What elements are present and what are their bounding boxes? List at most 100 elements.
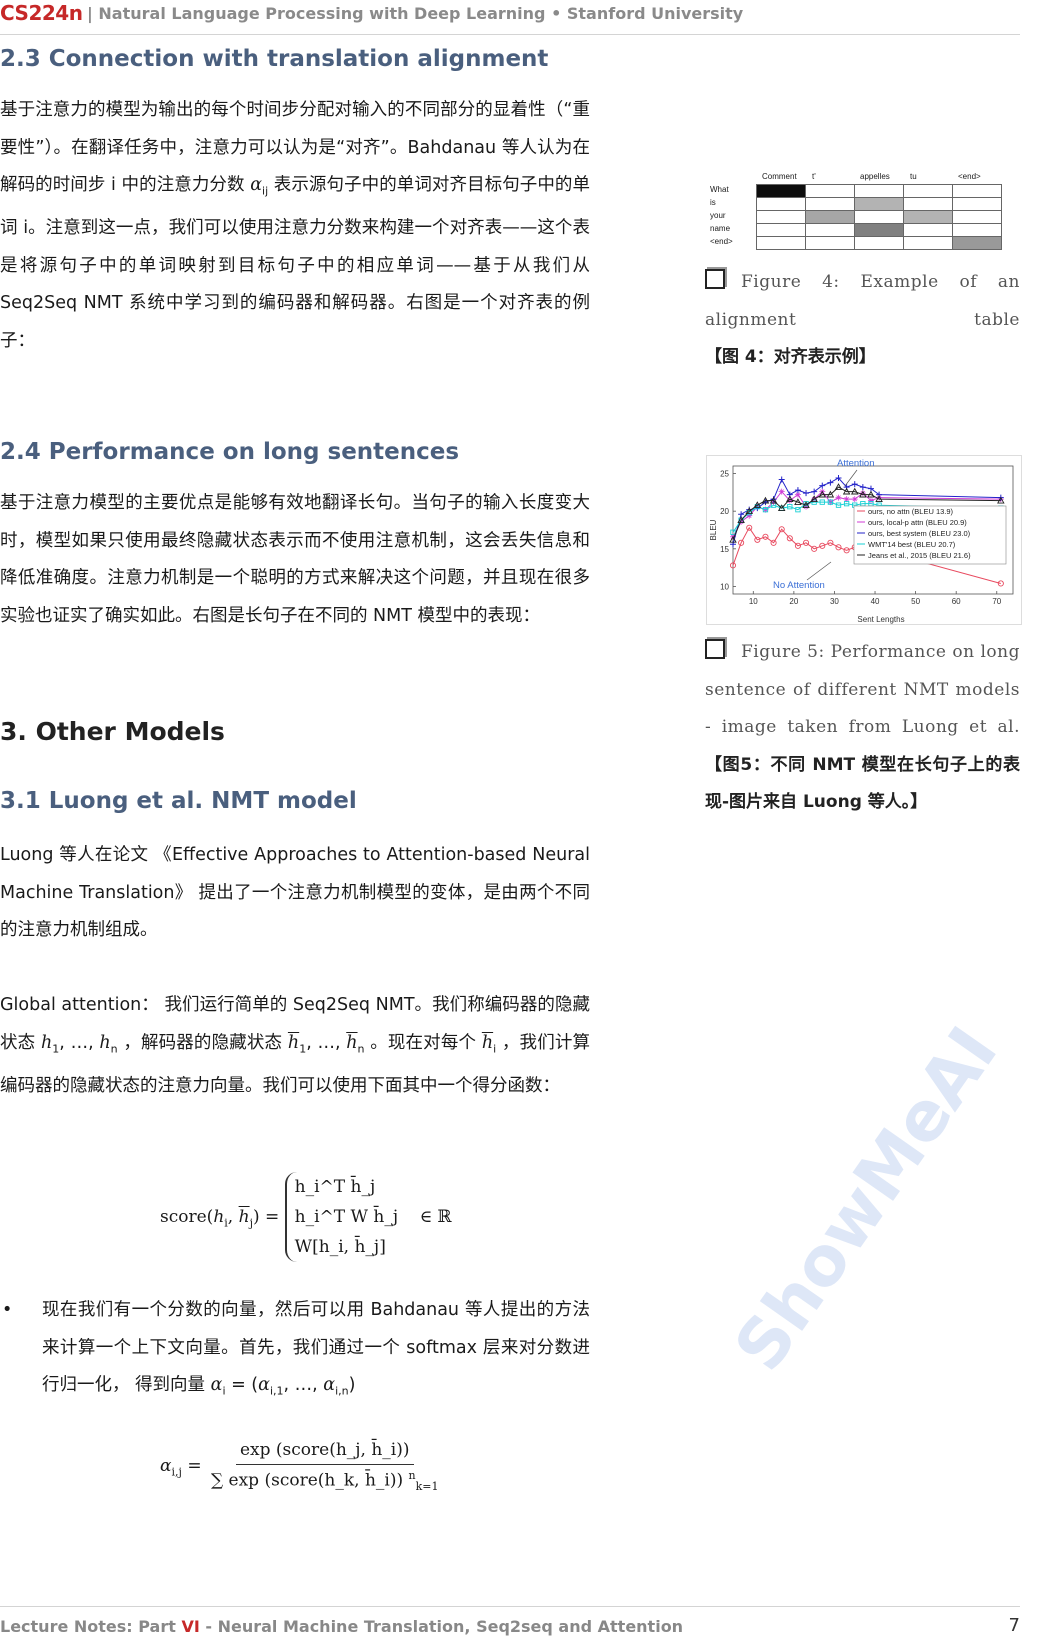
score-equation: score(hi, hj) = h_i^T h̄_j h_i^T W h̄_j … (160, 1172, 452, 1262)
x-tick-label: 40 (871, 597, 880, 606)
alignment-cell (756, 223, 806, 237)
section-3-1-paragraph-1: Luong 等人在论文 《Effective Approaches to Att… (0, 845, 590, 940)
align-col-header: appelles (860, 172, 890, 181)
watermark: ShowMeAI (720, 1013, 1014, 1386)
y-axis-label: BLEU (709, 519, 718, 540)
x-tick-label: 20 (789, 597, 798, 606)
x-tick-label: 10 (749, 597, 758, 606)
alignment-cell (903, 236, 953, 250)
alignment-cell (805, 210, 855, 224)
section-2-3-paragraph: 基于注意力的模型为输出的每个时间步分配对输入的不同部分的显着性（“重要性”）。在… (0, 100, 590, 351)
alignment-cell (952, 184, 1002, 198)
alignment-row (756, 197, 1002, 211)
legend-entry: Jeans et al., 2015 (BLEU 21.6) (868, 551, 971, 560)
align-col-header: Comment (762, 172, 797, 181)
alignment-cell (805, 197, 855, 211)
softmax-fraction: exp (score(h_j, h̄_i)) ∑ exp (score(h_k,… (207, 1440, 443, 1493)
align-col-header: <end> (958, 172, 981, 181)
section-3-1-paragraph-2: Global attention： 我们运行简单的 Seq2Seq NMT。我们… (0, 995, 590, 1096)
x-tick-label: 60 (952, 597, 961, 606)
alignment-cell (854, 184, 904, 198)
data-point (835, 494, 842, 501)
data-point (859, 484, 866, 491)
alignment-row (756, 210, 1002, 224)
bleu-sentence-length-chart: 10 15 20 25 10 20 30 40 50 60 70 Sent Lengths BLEU ou… (706, 455, 1022, 625)
section-title-2-3: 2.3 Connection with translation alignmen… (0, 46, 549, 72)
x-tick-label: 30 (830, 597, 839, 606)
legend-entry: ours, best system (BLEU 23.0) (868, 529, 971, 538)
alignment-cell (805, 236, 855, 250)
alignment-cell (854, 197, 904, 211)
footer-title: Lecture Notes: Part VI - Neural Machine … (0, 1617, 684, 1636)
data-point (803, 490, 810, 497)
section-2-4-paragraph: 基于注意力模型的主要优点是能够有效地翻译长句。当句子的输入长度变大时，模型如果只… (0, 493, 590, 626)
alignment-cell (756, 184, 806, 198)
alignment-cell (952, 210, 1002, 224)
align-row-header: is (710, 198, 716, 207)
alignment-cell (903, 210, 953, 224)
data-point (851, 481, 858, 488)
data-point (794, 487, 801, 494)
align-row-header: name (710, 224, 731, 233)
section-title-3-1: 3.1 Luong et al. NMT model (0, 788, 357, 814)
alignment-cell (756, 210, 806, 224)
x-axis-label: Sent Lengths (857, 615, 904, 624)
section-title-3: 3. Other Models (0, 717, 225, 746)
page-number: 7 (1008, 1615, 1020, 1636)
alignment-cell (805, 223, 855, 237)
alignment-cell (903, 223, 953, 237)
alignment-cell (903, 197, 953, 211)
align-row-header: your (710, 211, 726, 220)
data-point (827, 479, 834, 486)
alignment-cell (805, 184, 855, 198)
alignment-row (756, 236, 1002, 250)
alignment-row (756, 223, 1002, 237)
alignment-cell (952, 236, 1002, 250)
y-tick-label: 25 (720, 470, 729, 479)
alignment-cell (756, 236, 806, 250)
alignment-cell (854, 223, 904, 237)
x-tick-label: 50 (911, 597, 920, 606)
course-code: CS224n (0, 1, 83, 25)
legend-entry: WMT'14 best (BLEU 20.7) (868, 540, 956, 549)
align-col-header: tu (910, 172, 917, 181)
page-footer: Lecture Notes: Part VI - Neural Machine … (0, 1606, 1020, 1636)
alignment-cell (854, 236, 904, 250)
section-title-2-4: 2.4 Performance on long sentences (0, 439, 460, 465)
alignment-table-figure: Comment t' appelles tu <end> What is you… (706, 172, 1016, 252)
align-row-header: <end> (710, 237, 733, 246)
figure-4-caption: Figure 4: Example of an alignment table … (705, 264, 1020, 377)
alignment-cell (903, 184, 953, 198)
y-tick-label: 15 (720, 545, 729, 554)
x-tick-label: 70 (992, 597, 1001, 606)
softmax-bullet: • 现在我们有一个分数的向量，然后可以用 Bahdanau 等人提出的方法来计算… (0, 1292, 590, 1410)
score-case-dot: h_i^T h̄_j (294, 1177, 376, 1197)
legend-entry: ours, no attn (BLEU 13.9) (868, 507, 954, 516)
score-cases: h_i^T h̄_j h_i^T W h̄_j W[h_i, h̄_j] (284, 1172, 399, 1262)
score-case-concat: W[h_i, h̄_j] (294, 1237, 386, 1257)
score-lhs: score(hi, hj) = (160, 1206, 280, 1229)
softmax-equation: αi,j = exp (score(h_j, h̄_i)) ∑ exp (sco… (160, 1440, 443, 1493)
annotation-no-attention: No Attention (773, 580, 825, 591)
figure-5-caption: Figure 5: Performance on long sentence o… (705, 634, 1020, 822)
page-header: CS224n | Natural Language Processing wit… (0, 0, 1020, 35)
data-point (778, 476, 785, 483)
align-row-header: What (710, 185, 729, 194)
alignment-grid (756, 184, 1002, 250)
softmax-numerator: exp (score(h_j, h̄_i)) (235, 1440, 414, 1465)
figure-marker-icon (705, 639, 725, 659)
bullet-marker: • (2, 1300, 13, 1320)
figure-marker-icon (705, 269, 725, 289)
alignment-cell (952, 223, 1002, 237)
softmax-denominator: ∑ exp (score(h_k, h̄_i)) nk=1 (210, 1469, 439, 1494)
alignment-cell (756, 197, 806, 211)
alignment-cell (854, 210, 904, 224)
score-codomain: ∈ ℝ (419, 1206, 452, 1227)
softmax-lhs: αi,j = (160, 1456, 202, 1479)
score-case-general: h_i^T W h̄_j (294, 1207, 399, 1227)
legend-entry: ours, local-p attn (BLEU 20.9) (868, 518, 967, 527)
course-subtitle: | Natural Language Processing with Deep … (87, 4, 744, 23)
y-tick-label: 20 (720, 507, 729, 516)
alignment-row (756, 184, 1002, 198)
alignment-cell (952, 197, 1002, 211)
